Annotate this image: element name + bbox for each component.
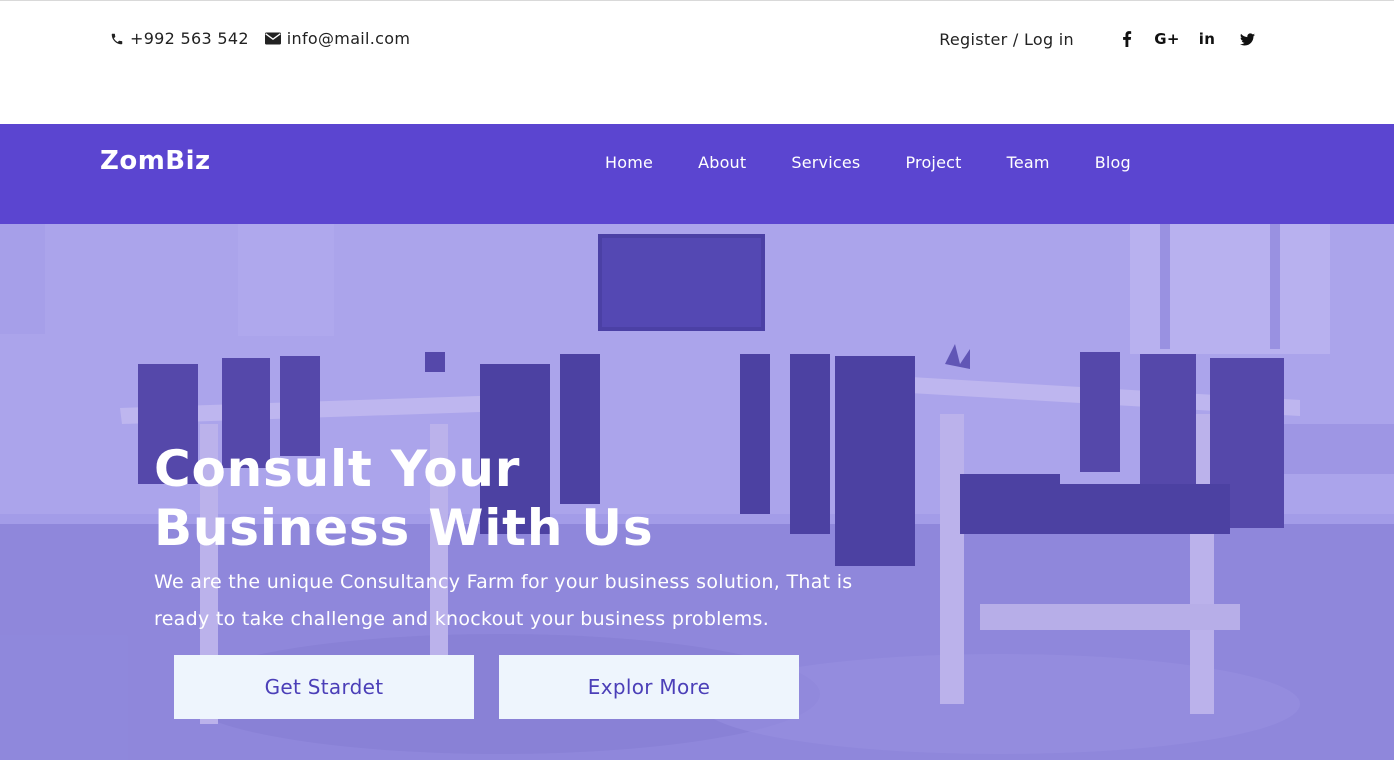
twitter-icon[interactable] [1238, 29, 1256, 49]
nav-project[interactable]: Project [905, 153, 961, 172]
hero-title-line2: Business With Us [154, 499, 654, 557]
nav-blog[interactable]: Blog [1095, 153, 1131, 172]
top-info-bar: +992 563 542 info@mail.com Register / Lo… [0, 0, 1394, 124]
site-logo[interactable]: ZomBiz [100, 146, 211, 176]
hero-title-line1: Consult Your [154, 440, 521, 498]
contact-info: +992 563 542 info@mail.com [110, 29, 426, 48]
linkedin-icon[interactable]: in [1198, 29, 1216, 49]
main-nav: Home About Services Project Team Blog [605, 153, 1176, 172]
phone-contact[interactable]: +992 563 542 [110, 29, 249, 48]
facebook-icon[interactable] [1118, 29, 1136, 49]
hero-title: Consult Your Business With Us [154, 440, 653, 558]
register-login-link[interactable]: Register / Log in [939, 30, 1074, 49]
google-plus-icon[interactable]: G+ [1154, 29, 1179, 49]
nav-about[interactable]: About [698, 153, 746, 172]
nav-services[interactable]: Services [791, 153, 860, 172]
hero-description: We are the unique Consultancy Farm for y… [154, 571, 853, 630]
get-started-button[interactable]: Get Stardet [174, 655, 474, 719]
phone-number: +992 563 542 [130, 29, 249, 48]
nav-home[interactable]: Home [605, 153, 653, 172]
auth-social: Register / Log in G+ in [939, 29, 1256, 49]
main-navbar: ZomBiz Home About Services Project Team … [0, 124, 1394, 224]
hero-section: Consult Your Business With Us We are the… [0, 224, 1394, 760]
envelope-icon [264, 32, 281, 45]
nav-team[interactable]: Team [1007, 153, 1050, 172]
email-contact[interactable]: info@mail.com [264, 29, 411, 48]
explore-more-button[interactable]: Explor More [499, 655, 799, 719]
email-address: info@mail.com [286, 29, 411, 48]
phone-icon [111, 33, 123, 44]
